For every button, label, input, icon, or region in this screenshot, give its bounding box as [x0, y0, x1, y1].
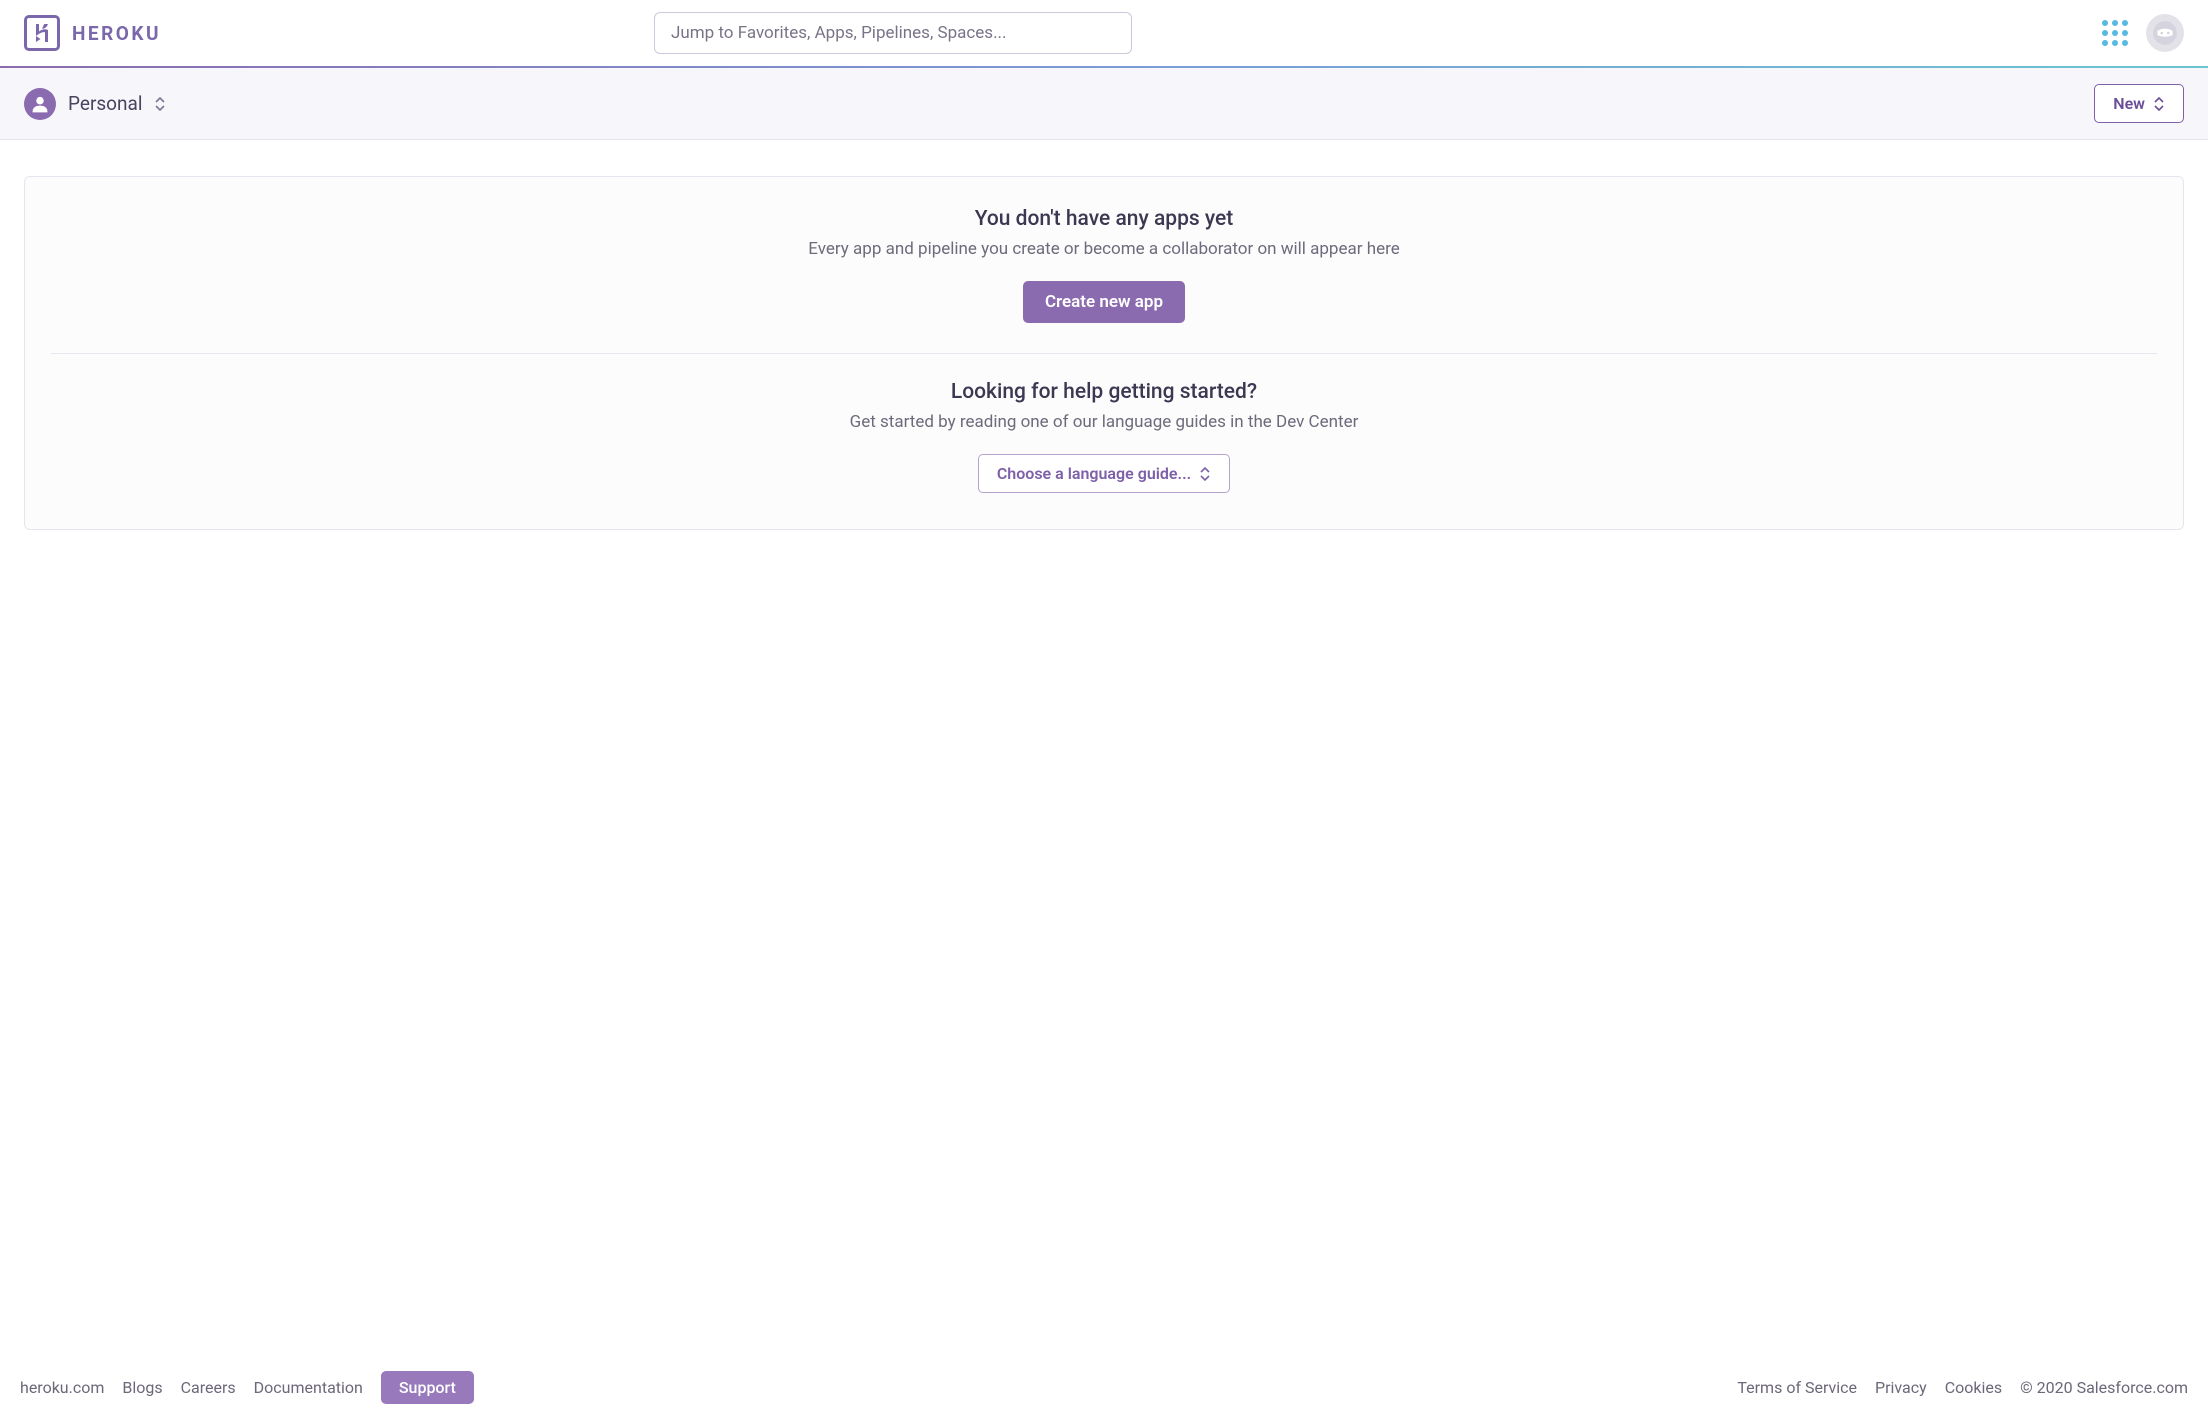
global-search	[654, 12, 1132, 54]
context-bar: Personal New	[0, 68, 2208, 140]
app-switcher-icon[interactable]	[2102, 20, 2128, 46]
footer-left: heroku.com Blogs Careers Documentation S…	[20, 1371, 474, 1404]
team-selector[interactable]: Personal	[24, 88, 166, 120]
header-right	[2102, 14, 2184, 52]
language-guide-button[interactable]: Choose a language guide...	[978, 454, 1230, 493]
footer-link-tos[interactable]: Terms of Service	[1737, 1378, 1857, 1397]
search-input[interactable]	[654, 12, 1132, 54]
footer-link-blogs[interactable]: Blogs	[122, 1378, 162, 1397]
brand[interactable]: HEROKU	[24, 15, 161, 51]
brand-text: HEROKU	[72, 22, 161, 45]
heroku-logo-icon	[24, 15, 60, 51]
chevron-updown-icon	[2153, 97, 2165, 111]
footer-link-privacy[interactable]: Privacy	[1875, 1378, 1927, 1397]
language-guide-label: Choose a language guide...	[997, 464, 1191, 483]
footer-link-cookies[interactable]: Cookies	[1945, 1378, 2002, 1397]
footer-link-home[interactable]: heroku.com	[20, 1378, 104, 1397]
account-menu[interactable]	[2146, 14, 2184, 52]
ninja-avatar-icon	[2152, 20, 2178, 46]
empty-subtitle: Every app and pipeline you create or bec…	[45, 239, 2163, 259]
person-icon	[24, 88, 56, 120]
help-subtitle: Get started by reading one of our langua…	[45, 412, 2163, 432]
footer-link-documentation[interactable]: Documentation	[254, 1378, 363, 1397]
help-title: Looking for help getting started?	[45, 380, 2163, 404]
footer-link-careers[interactable]: Careers	[181, 1378, 236, 1397]
footer: heroku.com Blogs Careers Documentation S…	[0, 1357, 2208, 1418]
copyright: © 2020 Salesforce.com	[2020, 1378, 2188, 1397]
chevron-updown-icon	[1199, 467, 1211, 481]
chevron-updown-icon	[154, 97, 166, 111]
divider	[51, 353, 2157, 354]
top-header: HEROKU	[0, 0, 2208, 68]
new-button-label: New	[2113, 94, 2145, 113]
support-button[interactable]: Support	[381, 1371, 474, 1404]
empty-state-card: You don't have any apps yet Every app an…	[24, 176, 2184, 530]
team-label: Personal	[68, 92, 142, 115]
new-button[interactable]: New	[2094, 84, 2184, 123]
main-content: You don't have any apps yet Every app an…	[0, 140, 2208, 1357]
empty-title: You don't have any apps yet	[45, 207, 2163, 231]
create-new-app-button[interactable]: Create new app	[1023, 281, 1185, 323]
footer-right: Terms of Service Privacy Cookies © 2020 …	[1737, 1378, 2188, 1397]
